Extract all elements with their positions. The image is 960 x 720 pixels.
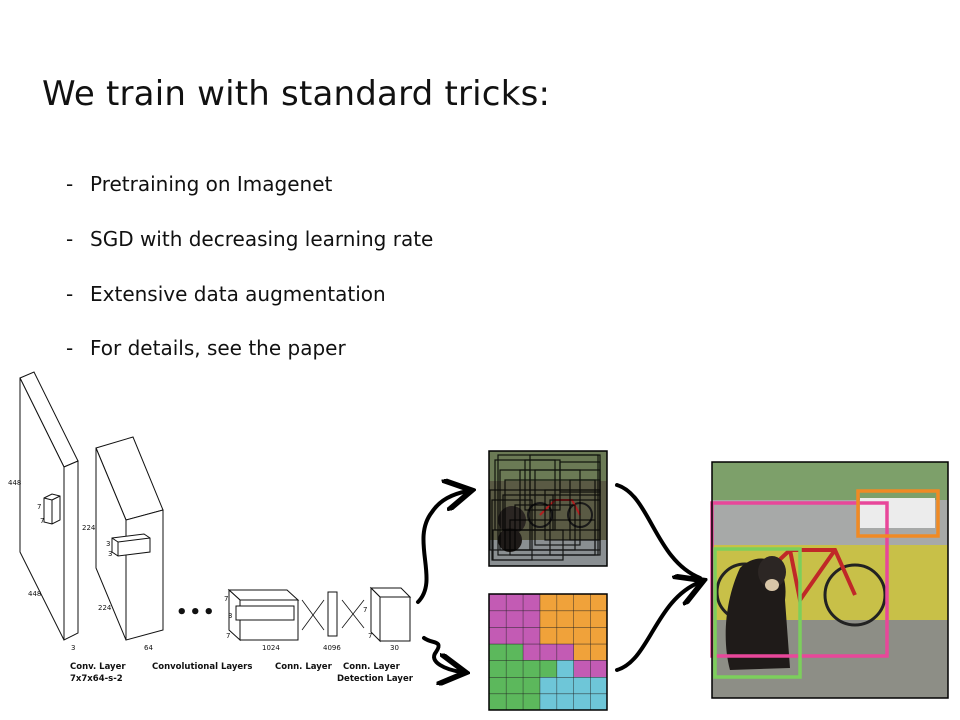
dim-label: 224 xyxy=(82,524,96,532)
dim-label: 7 xyxy=(40,517,44,525)
layer-caption: Detection Layer xyxy=(337,674,414,684)
dim-label: 64 xyxy=(144,644,153,652)
conv-final-volume xyxy=(227,588,300,642)
class-probability-map xyxy=(488,593,608,711)
bullet-text: SGD with decreasing learning rate xyxy=(90,227,434,251)
arrow-icon xyxy=(422,636,462,672)
bullet-marker: - xyxy=(66,336,74,360)
bullet-marker: - xyxy=(66,227,74,251)
layer-caption: Conv. Layer xyxy=(70,662,126,672)
input-volume xyxy=(19,371,79,641)
dim-label: 3 xyxy=(108,550,112,558)
connection-lines xyxy=(301,599,325,631)
dim-label: 30 xyxy=(390,644,399,652)
ellipsis: ••• xyxy=(176,602,217,623)
bullet-text: Extensive data augmentation xyxy=(90,282,386,306)
arrow-icon xyxy=(615,582,700,672)
dim-label: 448 xyxy=(28,590,41,598)
bullet-marker: - xyxy=(66,172,74,196)
dim-label: 7 xyxy=(37,503,41,511)
layer-caption: 7x7x64-s-2 xyxy=(70,674,123,684)
bullet-item: - Extensive data augmentation xyxy=(66,282,386,306)
dim-label: 448 xyxy=(8,479,21,487)
dim-label: 3 xyxy=(71,644,75,652)
dim-label: 7 xyxy=(226,632,230,640)
dim-label: 7 xyxy=(363,606,367,614)
dim-label: 3 xyxy=(228,612,232,620)
bullet-item: - Pretraining on Imagenet xyxy=(66,172,332,196)
bullet-item: - For details, see the paper xyxy=(66,336,346,360)
dim-label: 7 xyxy=(224,595,228,603)
connection-lines xyxy=(341,599,365,629)
yolo-pipeline-diagram: 448 448 3 7 7 224 224 64 3 3 ••• 7 3 7 1… xyxy=(8,371,949,711)
dim-label: 224 xyxy=(98,604,112,612)
bullet-marker: - xyxy=(66,282,74,306)
bbox-candidates-image xyxy=(488,450,608,567)
layer-caption: Conn. Layer xyxy=(343,662,401,672)
bullet-item: - SGD with decreasing learning rate xyxy=(66,227,433,251)
dim-label: 1024 xyxy=(262,644,280,652)
arrow-icon xyxy=(416,491,468,604)
arrow-icon xyxy=(615,483,702,580)
slide-title: We train with standard tricks: xyxy=(42,74,551,114)
dim-label: 7 xyxy=(368,632,372,640)
dim-label: 4096 xyxy=(323,644,341,652)
dim-label: 3 xyxy=(106,540,110,548)
fc-layer xyxy=(327,591,338,637)
final-detections-image xyxy=(710,461,949,699)
bullet-text: Pretraining on Imagenet xyxy=(90,172,333,196)
bullet-text: For details, see the paper xyxy=(90,336,346,360)
output-volume xyxy=(369,586,412,643)
layer-caption: Conn. Layer xyxy=(275,662,333,672)
layer-caption: Convolutional Layers xyxy=(152,662,252,672)
